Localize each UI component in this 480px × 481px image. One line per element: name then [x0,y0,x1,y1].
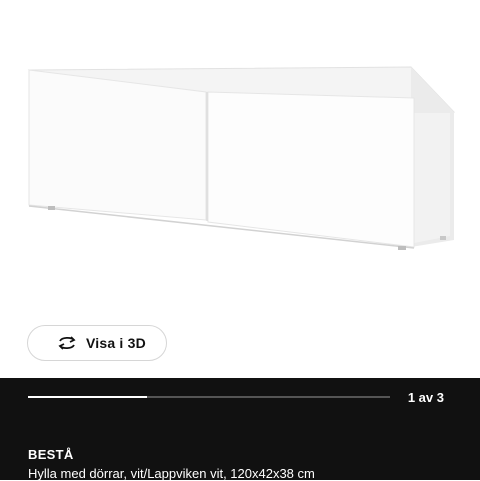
rotate-3d-icon [56,335,78,351]
gallery-progress-fill [28,396,148,398]
product-name: BESTÅ [28,447,74,462]
view-in-3d-label: Visa i 3D [86,335,146,351]
gallery-progress-bar [28,396,390,398]
view-in-3d-button[interactable]: Visa i 3D [27,325,167,361]
product-photo [27,66,456,250]
product-image[interactable]: Visa i 3D [0,0,480,378]
gallery-pager: 1 av 3 [407,390,444,405]
product-description: Hylla med dörrar, vit/Lappviken vit, 120… [28,466,315,481]
